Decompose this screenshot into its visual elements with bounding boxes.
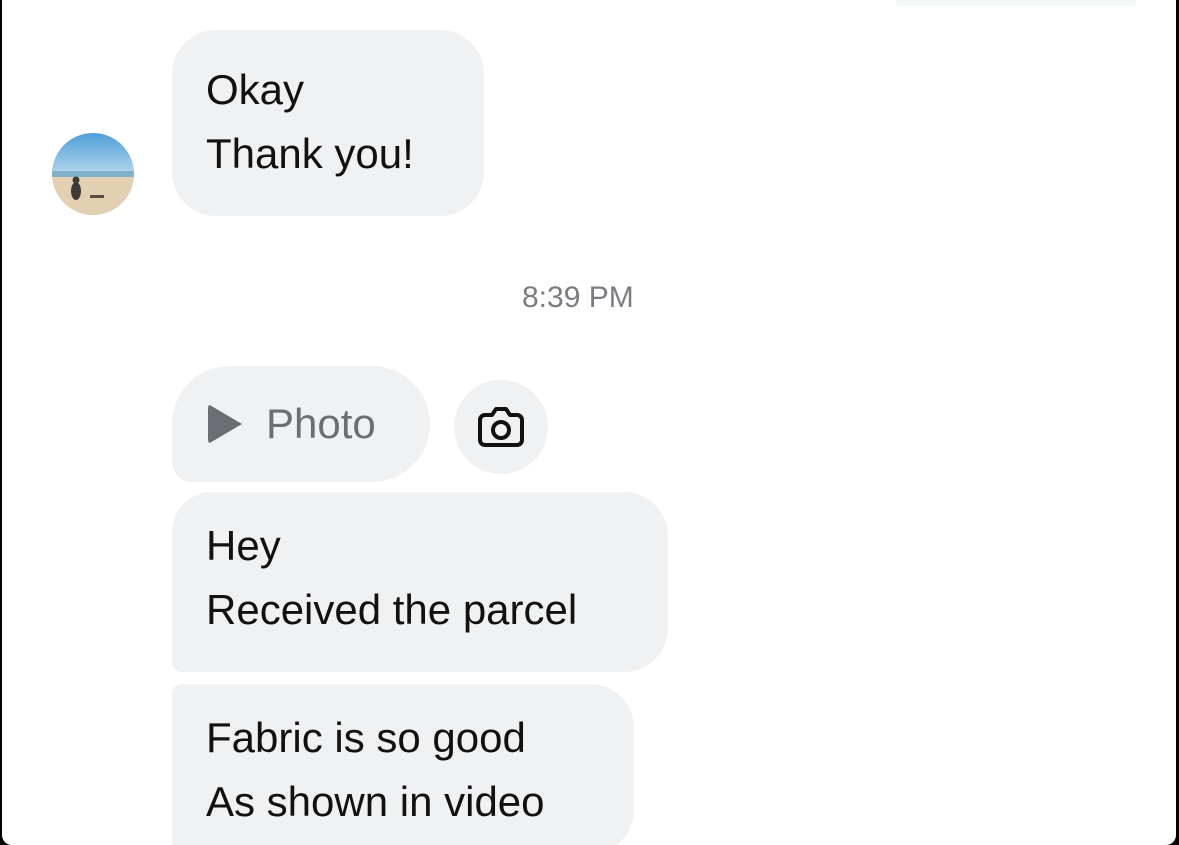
photo-attachment[interactable]: Photo <box>172 366 430 482</box>
message-text: As shown in video <box>206 778 545 825</box>
contact-avatar[interactable] <box>52 133 134 215</box>
message-bubble[interactable]: Hey Received the parcel <box>172 492 668 672</box>
message-text: Fabric is so good <box>206 714 526 761</box>
attachment-label: Photo <box>266 400 376 447</box>
message-text: Thank you! <box>206 130 414 177</box>
top-edge-highlight <box>896 0 1136 6</box>
message-bubble[interactable]: Fabric is so good As shown in video <box>172 684 634 845</box>
beach-photo-icon <box>52 133 134 215</box>
camera-icon <box>478 407 524 447</box>
chat-thread: Okay Thank you! 8:39 PM Photo Hey Receiv… <box>2 0 1176 845</box>
message-text: Received the parcel <box>206 586 578 633</box>
message-timestamp: 8:39 PM <box>522 281 634 314</box>
camera-button[interactable] <box>454 380 548 474</box>
play-icon <box>208 404 242 444</box>
message-text: Hey <box>206 522 281 569</box>
message-text: Okay <box>206 66 305 113</box>
message-bubble[interactable]: Okay Thank you! <box>172 30 484 216</box>
